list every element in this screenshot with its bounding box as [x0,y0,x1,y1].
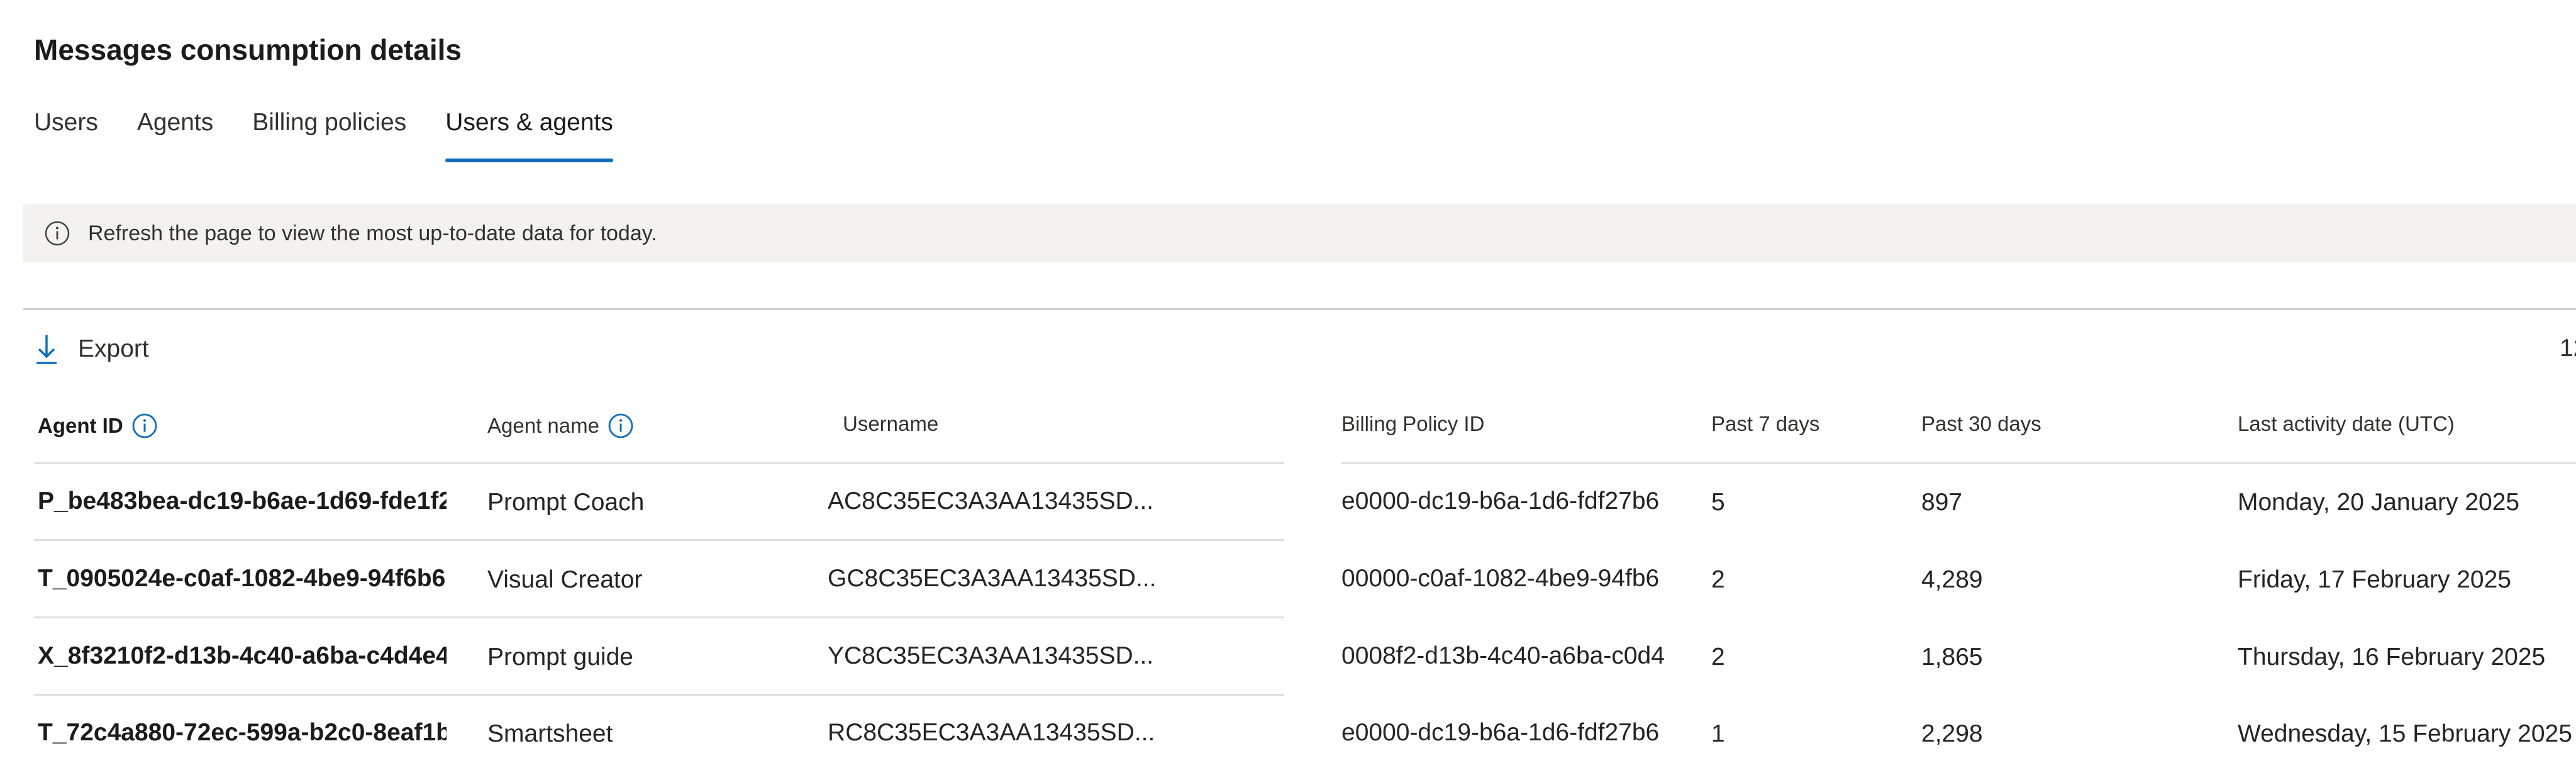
export-label: Export [78,335,149,362]
past-7-days-cell: 2 [1711,566,1725,593]
info-message-bar: Refresh the page to view the most up-to-… [23,204,2576,262]
agent-id-cell: P_be483bea-dc19-b6ae-1d69-fde1f2 [38,487,447,515]
username-cell: AC8C35EC3A3AA13435SD... [828,487,1154,515]
row-divider [34,539,1284,541]
last-activity-cell: Thursday, 16 February 2025 [2238,643,2546,671]
column-header-label: Billing Policy ID [1341,412,1485,435]
billing-policy-id-cell: e0000-dc19-b6a-1d6-fdf27b6 [1341,719,1660,746]
column-header-label: Agent ID [38,414,123,437]
column-header-past-7-days[interactable]: Past 7 days [1711,412,1819,436]
past-7-days-cell: 2 [1711,643,1725,671]
last-activity-cell: Wednesday, 15 February 2025 [2238,720,2572,747]
agent-name-cell: Visual Creator [487,566,643,593]
column-header-agent-id[interactable]: Agent ID [38,412,158,440]
row-divider [34,694,1284,696]
column-header-label: Agent name [487,414,599,437]
agent-name-cell: Prompt guide [487,643,633,671]
billing-policy-id-cell: 0008f2-d13b-4c40-a6ba-c0d4 [1341,642,1665,669]
column-header-label: Past 30 days [1921,412,2041,435]
item-count: 12 [2560,335,2576,362]
column-header-agent-name[interactable]: Agent name [487,412,635,440]
page-title: Messages consumption details [34,33,462,66]
tab-list: Users Agents Billing policies Users & ag… [34,106,652,162]
username-cell: YC8C35EC3A3AA13435SD... [828,642,1154,669]
column-header-billing-policy-id[interactable]: Billing Policy ID [1341,412,1484,436]
billing-policy-id-cell: e0000-dc19-b6a-1d6-fdf27b6 [1341,487,1660,515]
tab-billing-policies[interactable]: Billing policies [252,106,406,162]
export-button[interactable]: Export [34,327,149,371]
username-cell: GC8C35EC3A3AA13435SD... [828,565,1157,592]
past-30-days-cell: 1,865 [1921,643,1983,671]
past-30-days-cell: 2,298 [1921,720,1983,747]
column-header-past-30-days[interactable]: Past 30 days [1921,412,2041,436]
past-30-days-cell: 4,289 [1921,566,1983,593]
header-divider [1341,462,2576,464]
messages-consumption-page: Messages consumption details Users Agent… [0,0,2576,763]
agent-id-cell: T_72c4a880-72ec-599a-b2c0-8eaf1b [38,719,447,746]
past-30-days-cell: 897 [1921,489,1963,516]
tab-users-and-agents[interactable]: Users & agents [445,106,613,162]
section-divider [23,308,2576,310]
past-7-days-cell: 5 [1711,489,1725,516]
info-icon [44,220,70,247]
last-activity-cell: Monday, 20 January 2025 [2238,489,2520,516]
tab-users[interactable]: Users [34,106,98,162]
column-header-label: Past 7 days [1711,412,1820,435]
column-header-label: Last activity date (UTC) [2238,412,2455,435]
agent-name-cell: Prompt Coach [487,489,645,516]
download-icon [34,333,59,365]
column-header-label: Username [843,412,939,435]
row-divider [34,616,1284,618]
agent-id-cell: T_0905024e-c0af-1082-4be9-94f6b6 [38,565,446,592]
past-7-days-cell: 1 [1711,720,1725,747]
last-activity-cell: Friday, 17 February 2025 [2238,566,2511,593]
info-icon[interactable] [607,412,635,440]
column-header-last-activity[interactable]: Last activity date (UTC) [2238,412,2455,436]
agent-name-cell: Smartsheet [487,720,613,747]
tab-agents[interactable]: Agents [137,106,213,162]
billing-policy-id-cell: 00000-c0af-1082-4be9-94fb6 [1341,565,1660,592]
username-cell: RC8C35EC3A3AA13435SD... [828,719,1155,746]
header-divider [34,462,1284,464]
agent-id-cell: X_8f3210f2-d13b-4c40-a6ba-c4d4e4 [38,642,447,669]
info-icon[interactable] [131,412,158,440]
info-message-text: Refresh the page to view the most up-to-… [88,221,657,245]
column-header-username[interactable]: Username [843,412,938,436]
